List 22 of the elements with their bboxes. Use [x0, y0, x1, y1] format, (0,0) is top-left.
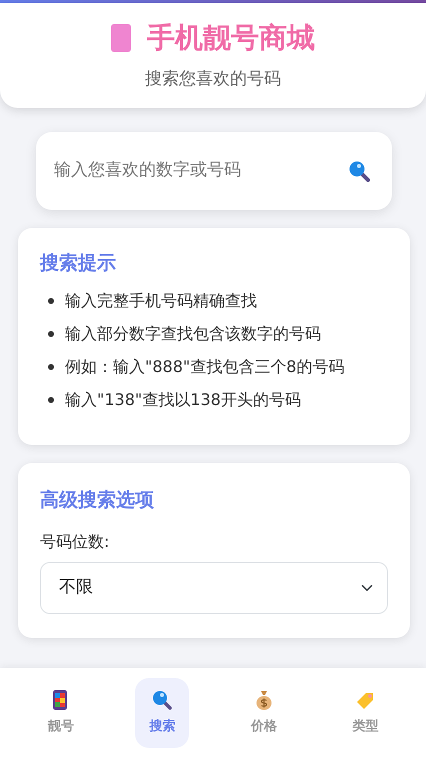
bullet-icon: [48, 364, 54, 370]
section-title: 搜索提示: [40, 252, 117, 275]
tip-item: 例如：输入"888"查找包含三个8的号码: [65, 356, 344, 378]
bullet-icon: [48, 396, 54, 403]
nav-tab[interactable]: 类型: [338, 678, 392, 748]
digits-select[interactable]: 不限: [40, 562, 388, 614]
nav-tab[interactable]: 搜索: [135, 678, 190, 748]
nav-tab[interactable]: 价格: [236, 678, 291, 748]
app-title: 手机靓号商城: [147, 21, 315, 55]
subtitle: 搜索您喜欢的号码: [144, 68, 282, 91]
tip-item: 输入"138"查找以138开头的号码: [65, 388, 301, 411]
search-icon: [151, 688, 174, 711]
bullet-icon: [48, 298, 54, 304]
search-field[interactable]: 输入您喜欢的数字或号码: [52, 157, 348, 185]
search-icon[interactable]: [348, 160, 370, 182]
bullet-icon: [48, 330, 54, 337]
field-label: 号码位数:: [40, 530, 110, 553]
tip-item: 输入完整手机号码精确查找: [65, 290, 257, 312]
nav-tab[interactable]: 靓号: [34, 678, 88, 748]
search-box[interactable]: 输入您喜欢的数字或号码: [36, 132, 392, 210]
section-title: 高级搜索选项: [40, 488, 155, 512]
tip-item: 输入部分数字查找包含该数字的号码: [65, 322, 321, 345]
